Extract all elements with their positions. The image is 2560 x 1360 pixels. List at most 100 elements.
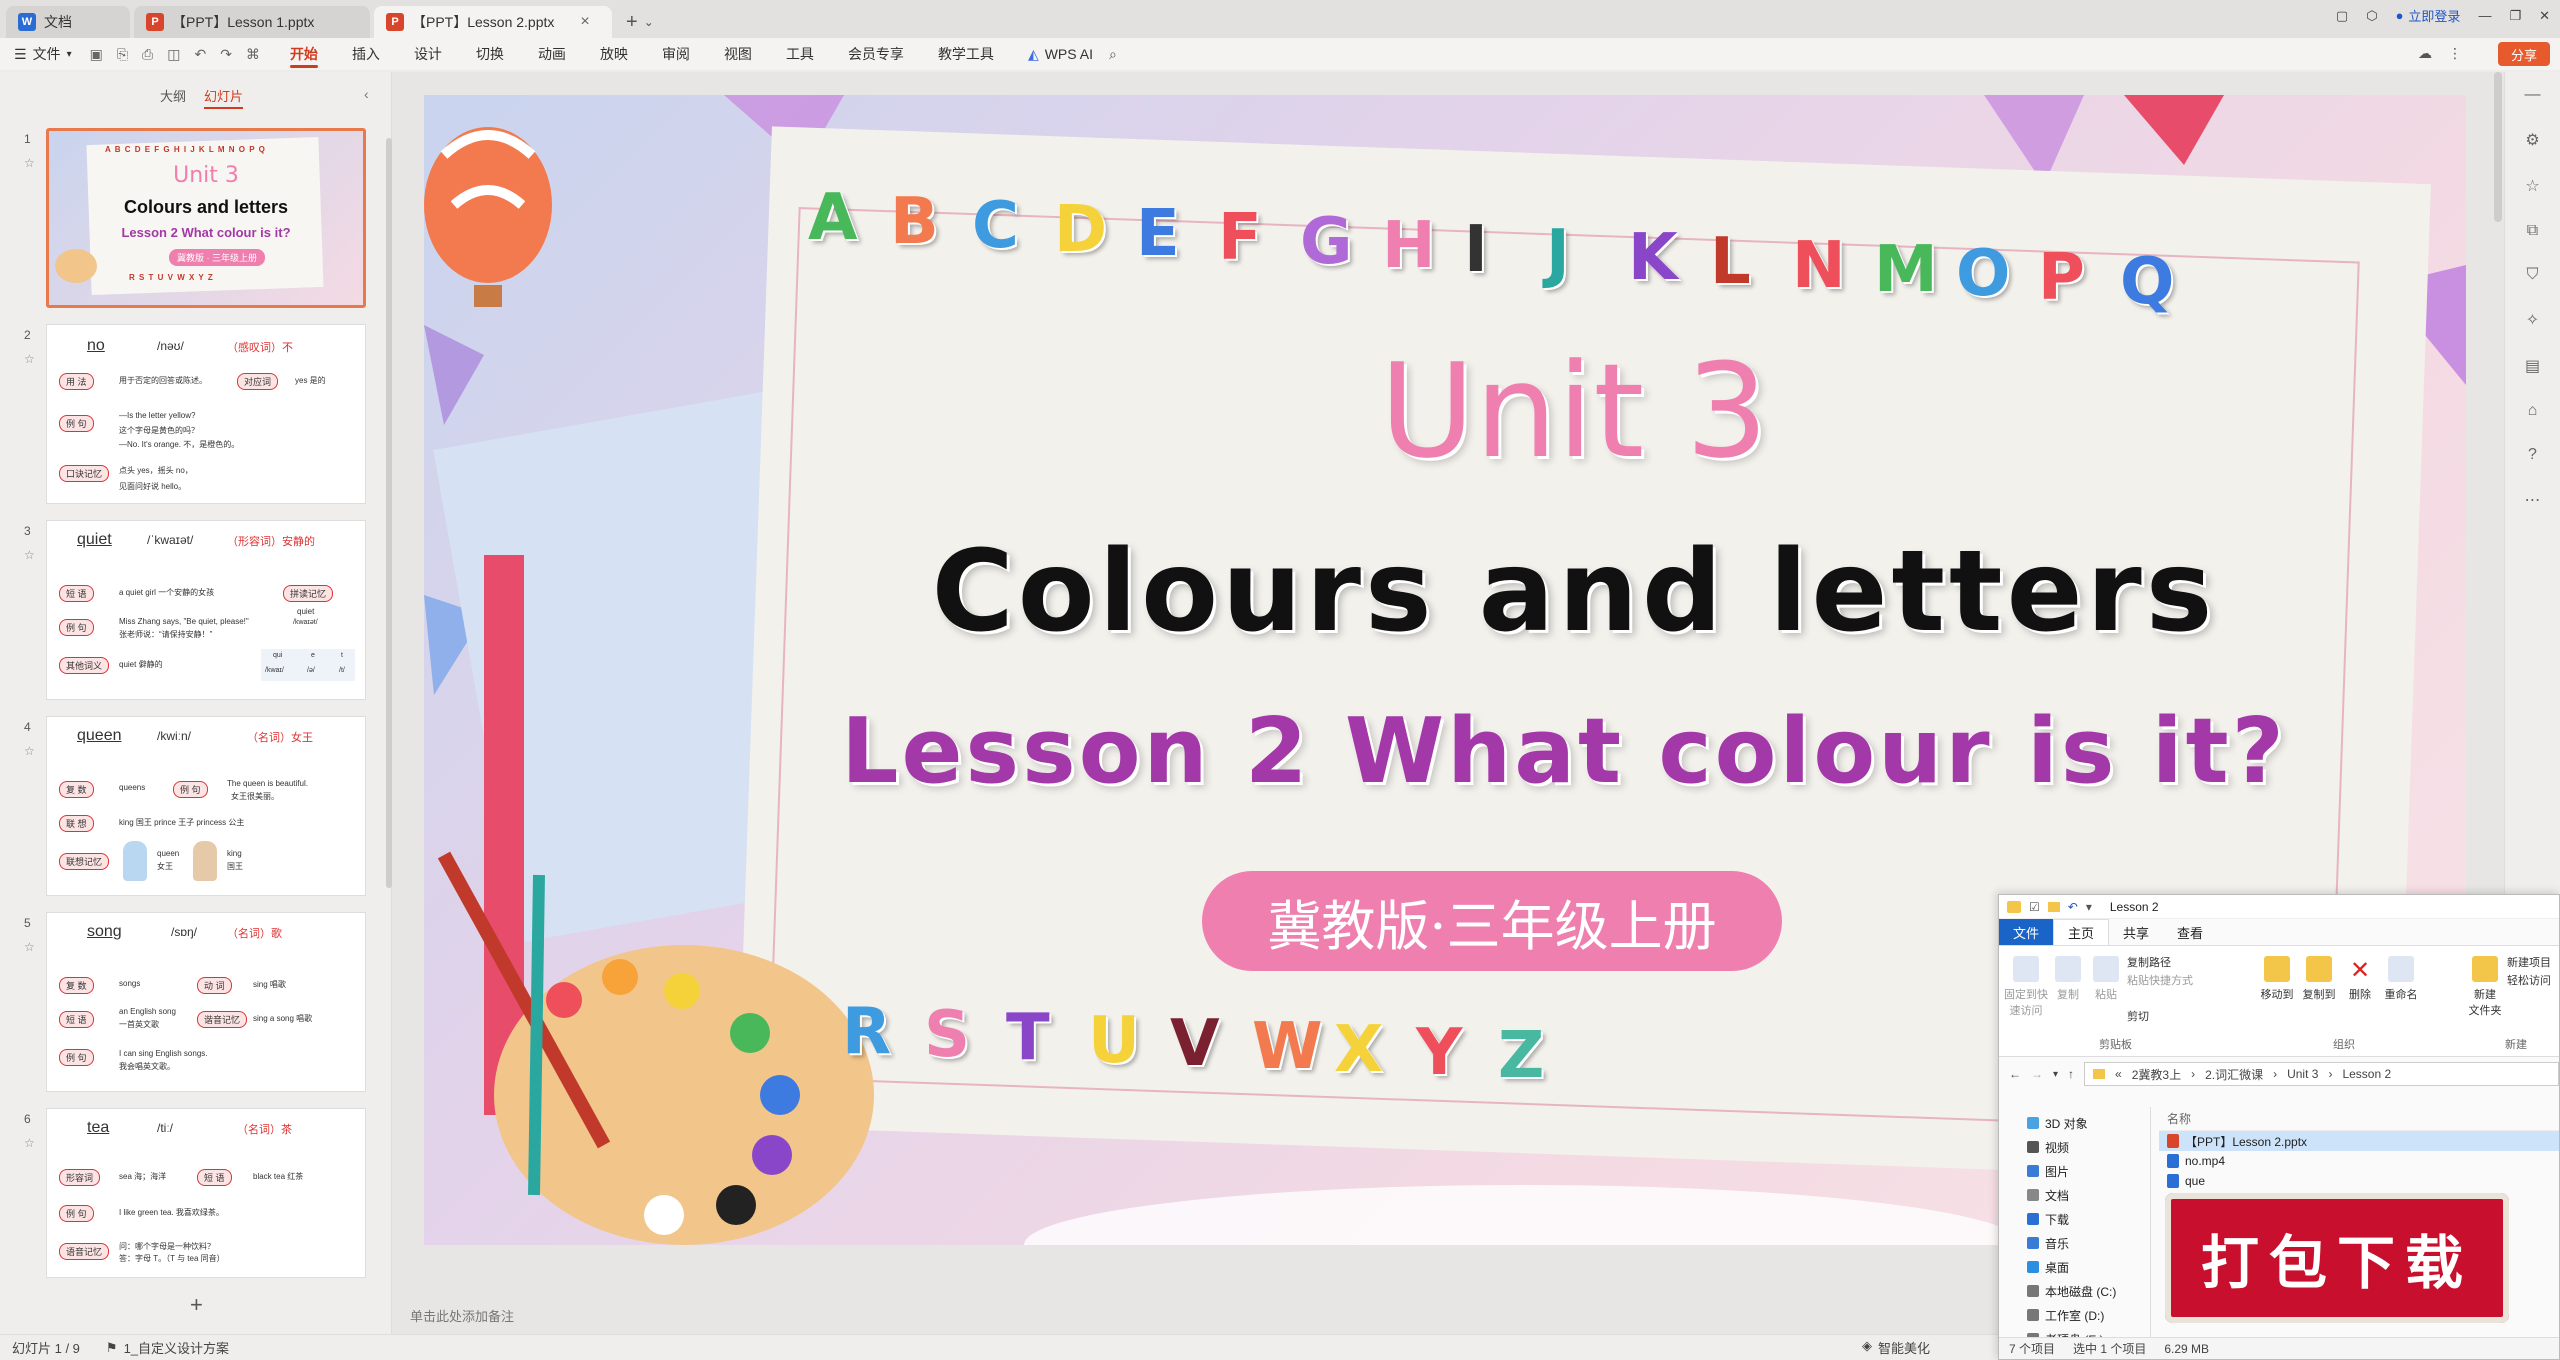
slide-thumbnail-4[interactable]: queen /kwiːn/ （名词）女王 复 数 联 想 联想记忆 例 句 qu… [46, 716, 366, 896]
file-row[interactable]: no.mp4 [2159, 1151, 2559, 1171]
slide-thumbnail-1[interactable]: A B C D E F G H I J K L M N O P Q Unit 3… [46, 128, 366, 308]
properties-icon[interactable]: ☑ [2029, 900, 2040, 914]
address-bar[interactable]: « 2冀教3上 › 2.词汇微课 › Unit 3 › Lesson 2 [2084, 1062, 2559, 1086]
notes-placeholder[interactable]: 单击此处添加备注 [410, 1306, 514, 1325]
tab-tools[interactable]: 工具 [786, 38, 814, 70]
explorer-tab-view[interactable]: 查看 [2163, 919, 2217, 945]
tab-animation[interactable]: 动画 [538, 38, 566, 70]
explorer-tab-file[interactable]: 文件 [1999, 919, 2054, 945]
history-chevron-icon[interactable]: ▾ [2053, 1069, 2058, 1080]
minimize-icon[interactable]: — [2478, 8, 2491, 23]
star-icon[interactable]: ☆ [24, 744, 35, 758]
copy-icon[interactable]: ⧉ [2527, 222, 2538, 240]
download-banner[interactable]: 打包下载 [2165, 1193, 2509, 1323]
print-icon[interactable]: ⎙ [142, 46, 153, 63]
forward-icon[interactable]: → [2031, 1067, 2043, 1081]
undo-icon[interactable]: ↶ [194, 46, 206, 63]
document-icon[interactable]: ▤ [2525, 356, 2540, 376]
more-icon[interactable]: ⋯ [2525, 490, 2541, 510]
nav-item[interactable]: 图片 [1999, 1159, 2150, 1183]
layout-icon[interactable]: ▢ [2336, 8, 2348, 24]
tab-outline[interactable]: 大纲 [160, 86, 186, 109]
save-icon[interactable]: ▣ [90, 46, 103, 63]
star-icon[interactable]: ☆ [24, 548, 35, 562]
canvas-scrollbar[interactable] [2494, 72, 2502, 222]
slide-thumbnail-2[interactable]: no /nəʊ/ （感叹词）不 用 法 例 句 口诀记忆 对应词 yes 是的 … [46, 324, 366, 504]
slide-thumbnail-5[interactable]: song /sɒŋ/ （名词）歌 复 数 短 语 例 句 动 词 谐音记忆 so… [46, 912, 366, 1092]
path-segment[interactable]: Unit 3 [2287, 1067, 2318, 1081]
slide-thumbnail-6[interactable]: tea /tiː/ （名词）茶 形容词 例 句 语音记忆 短 语 sea 海；海… [46, 1108, 366, 1278]
path-segment[interactable]: Lesson 2 [2342, 1067, 2391, 1081]
shield-icon[interactable]: ⛉ [2526, 266, 2538, 284]
delete-button[interactable]: ✕ 删除 [2343, 956, 2377, 1002]
collapse-icon[interactable]: — [2525, 86, 2541, 104]
nav-item[interactable]: 3D 对象 [1999, 1111, 2150, 1135]
paste-shortcut-button[interactable]: 粘贴快捷方式 [2127, 972, 2193, 988]
column-header-name[interactable]: 名称 [2159, 1107, 2559, 1131]
cut-button[interactable]: 剪切 [2127, 1008, 2149, 1024]
file-row[interactable]: 【PPT】Lesson 2.pptx [2159, 1131, 2559, 1151]
adjust-icon[interactable]: ⚙ [2525, 130, 2539, 150]
file-row[interactable]: que [2159, 1171, 2559, 1191]
search-icon[interactable]: ⌕ [1109, 46, 1117, 63]
collapse-panel-icon[interactable]: ‹ [364, 86, 369, 102]
tab-lesson2[interactable]: P 【PPT】Lesson 2.pptx × [374, 6, 612, 38]
tab-member[interactable]: 会员专享 [848, 38, 904, 70]
magic-icon[interactable]: ✧ [2526, 310, 2539, 330]
tab-lesson1[interactable]: P 【PPT】Lesson 1.pptx [134, 6, 370, 38]
star-icon[interactable]: ☆ [24, 156, 35, 170]
star-icon[interactable]: ☆ [2525, 176, 2539, 196]
add-slide-button[interactable]: + [190, 1292, 203, 1318]
path-segment[interactable]: 2冀教3上 [2132, 1066, 2181, 1083]
up-icon[interactable]: ↑ [2068, 1067, 2074, 1081]
tab-design[interactable]: 设计 [414, 38, 442, 70]
new-folder-button[interactable]: 新建 文件夹 [2465, 956, 2505, 1018]
wps-ai-button[interactable]: ◭ WPS AI [1028, 46, 1093, 63]
easy-access-button[interactable]: 轻松访问 [2507, 972, 2551, 988]
tab-insert[interactable]: 插入 [352, 38, 380, 70]
path-segment[interactable]: 2.词汇微课 [2205, 1066, 2263, 1083]
cloud-sync-icon[interactable]: ☁ [2418, 45, 2432, 62]
login-button[interactable]: ● 立即登录 [2396, 6, 2461, 25]
tab-transition[interactable]: 切换 [476, 38, 504, 70]
star-icon[interactable]: ☆ [24, 352, 35, 366]
pin-quick-access-button[interactable]: 固定到快 速访问 [2003, 956, 2049, 1018]
format-painter-icon[interactable]: ⌘ [246, 46, 260, 63]
maximize-icon[interactable]: ❐ [2509, 8, 2521, 24]
tab-slideshow[interactable]: 放映 [600, 38, 628, 70]
close-window-icon[interactable]: ✕ [2539, 8, 2550, 24]
more-icon[interactable]: ⋮ [2448, 45, 2462, 62]
gift-icon[interactable]: ⌂ [2528, 402, 2538, 420]
tab-teaching-tools[interactable]: 教学工具 [938, 38, 994, 70]
copy-button[interactable]: 复制 [2053, 956, 2083, 1002]
slide-thumbnail-3[interactable]: quiet /ˈkwaɪət/ （形容词）安静的 短 语 例 句 其他词义 a … [46, 520, 366, 700]
star-icon[interactable]: ☆ [24, 940, 35, 954]
rename-button[interactable]: 重命名 [2381, 956, 2421, 1002]
paste-button[interactable]: 粘贴 [2091, 956, 2121, 1002]
path-segment[interactable]: « [2115, 1067, 2122, 1081]
beautify-button[interactable]: ◈ 智能美化 [1862, 1338, 1930, 1357]
share-button[interactable]: 分享 [2498, 42, 2550, 66]
new-item-button[interactable]: 新建项目 [2507, 954, 2551, 970]
nav-item[interactable]: 文档 [1999, 1183, 2150, 1207]
tab-list-chevron-icon[interactable]: ⌄ [644, 15, 654, 29]
customize-chevron-icon[interactable]: ▾ [2086, 900, 2092, 914]
tab-review[interactable]: 审阅 [662, 38, 690, 70]
redo-icon[interactable]: ↷ [220, 46, 232, 63]
copy-to-button[interactable]: 复制到 [2299, 956, 2339, 1002]
cube-icon[interactable]: ⬡ [2366, 8, 2377, 24]
new-tab-icon[interactable]: + ⌄ [616, 6, 664, 38]
explorer-tab-share[interactable]: 共享 [2109, 919, 2163, 945]
nav-item[interactable]: 本地磁盘 (C:) [1999, 1279, 2150, 1303]
file-menu[interactable]: ☰ 文件 ▾ [14, 44, 72, 64]
undo-icon[interactable]: ↶ [2068, 900, 2078, 914]
nav-item[interactable]: 桌面 [1999, 1255, 2150, 1279]
nav-item[interactable]: 工作室 (D:) [1999, 1303, 2150, 1327]
nav-item[interactable]: 下载 [1999, 1207, 2150, 1231]
back-icon[interactable]: ← [2009, 1067, 2021, 1081]
new-folder-icon[interactable] [2047, 901, 2060, 912]
tab-home[interactable]: 开始 [289, 38, 318, 70]
copy-path-button[interactable]: 复制路径 [2127, 954, 2171, 970]
tab-slides[interactable]: 幻灯片 [204, 86, 244, 109]
nav-item[interactable]: 音乐 [1999, 1231, 2150, 1255]
